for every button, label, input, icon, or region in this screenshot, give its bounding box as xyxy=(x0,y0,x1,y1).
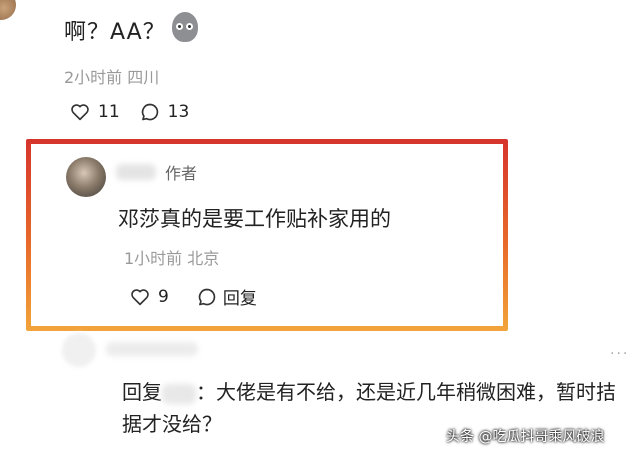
comment-meta: 1小时前 北京 xyxy=(124,249,220,268)
like-count: 11 xyxy=(98,102,120,122)
blurred-username xyxy=(106,342,198,356)
blurred-mention xyxy=(162,383,196,404)
reply-button[interactable]: 回复 xyxy=(197,284,257,309)
reply-count: 13 xyxy=(167,102,190,122)
like-count: 9 xyxy=(158,286,169,307)
reply-prefix: 回复 xyxy=(122,380,162,404)
comment-text: 啊？AA？ xyxy=(64,20,166,45)
watermark: 头条 @吃瓜抖哥乘风破浪 xyxy=(446,429,605,445)
avatar[interactable] xyxy=(66,157,106,197)
comment-bubble-icon[interactable] xyxy=(140,102,160,122)
comment-bubble-icon xyxy=(197,287,217,307)
doge-emoji-icon xyxy=(172,12,198,42)
more-options-icon[interactable]: ··· xyxy=(610,346,629,362)
avatar[interactable] xyxy=(0,0,16,20)
reply-label: 回复 xyxy=(222,289,257,309)
heart-icon[interactable] xyxy=(70,103,90,121)
comment-actions: 11 13 xyxy=(70,102,189,122)
comment-text: 邓莎真的是要工作贴补家用的 xyxy=(118,207,391,231)
comment-actions: 9 回复 xyxy=(130,284,257,309)
blurred-username xyxy=(116,164,156,180)
avatar[interactable] xyxy=(62,333,96,367)
comment-meta: 2小时前 四川 xyxy=(64,68,160,87)
author-badge: 作者 xyxy=(165,164,198,183)
heart-icon[interactable] xyxy=(130,288,150,306)
